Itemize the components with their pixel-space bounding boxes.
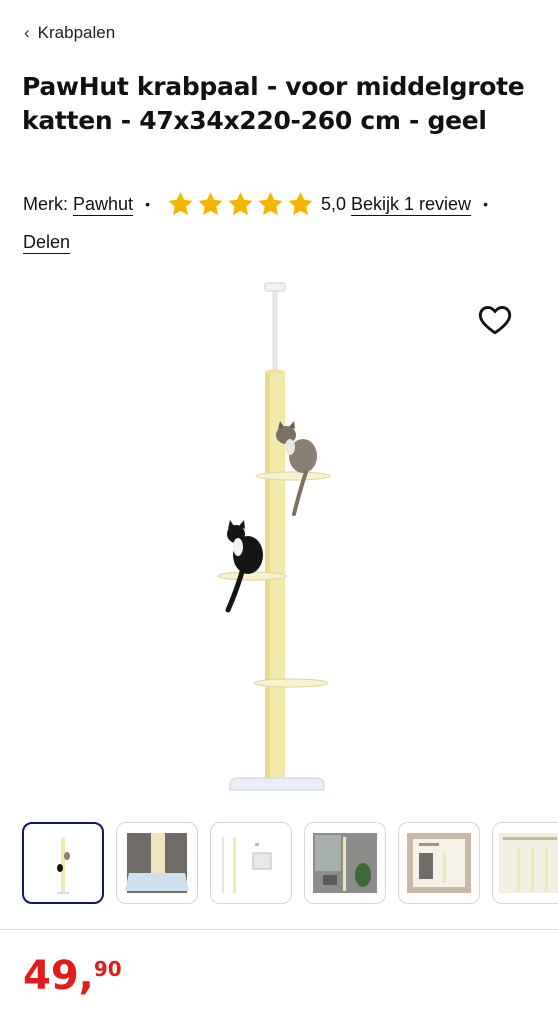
thumbnail-1[interactable] [22, 822, 104, 904]
price-integer: 49 [23, 953, 79, 999]
brand-link[interactable]: Pawhut [73, 194, 133, 215]
product-title: PawHut krabpaal - voor middelgrote katte… [22, 72, 525, 135]
thumbnail-image [499, 833, 558, 893]
price-decimals: 90 [93, 957, 122, 981]
review-link[interactable]: Bekijk 1 review [351, 194, 471, 215]
brand-prefix: Merk: [23, 193, 68, 214]
back-link[interactable]: ‹ Krabpalen [24, 22, 115, 44]
star-icon [168, 192, 193, 215]
product-meta: Merk: Pawhut • 5,0 Bekijk 1 review • [23, 190, 543, 218]
rating-stars [166, 190, 315, 218]
thumbnail-image [313, 833, 377, 893]
thumbnail-image [125, 833, 189, 893]
thumbnail-strip [22, 822, 558, 904]
star-icon [228, 192, 253, 215]
price: 49 , 90 [23, 953, 122, 999]
star-icon [258, 192, 283, 215]
thumbnail-image [57, 838, 70, 894]
chevron-left-icon: ‹ [24, 23, 30, 42]
rating-value: 5,0 [320, 193, 346, 214]
star-icon [288, 192, 313, 215]
divider [0, 929, 558, 930]
price-comma: , [78, 953, 94, 999]
product-image[interactable] [190, 280, 370, 800]
thumbnail-2[interactable] [116, 822, 198, 904]
back-label: Krabpalen [37, 23, 116, 42]
heart-icon[interactable] [476, 302, 514, 338]
thumbnail-image [407, 833, 471, 893]
thumbnail-6[interactable] [492, 822, 558, 904]
separator-dot: • [145, 196, 150, 212]
thumbnail-image [222, 837, 272, 893]
thumbnail-4[interactable] [304, 822, 386, 904]
thumbnail-3[interactable] [210, 822, 292, 904]
separator-dot: • [483, 196, 488, 212]
thumbnail-5[interactable] [398, 822, 480, 904]
share-link[interactable]: Delen [23, 232, 70, 253]
star-icon [198, 192, 223, 215]
